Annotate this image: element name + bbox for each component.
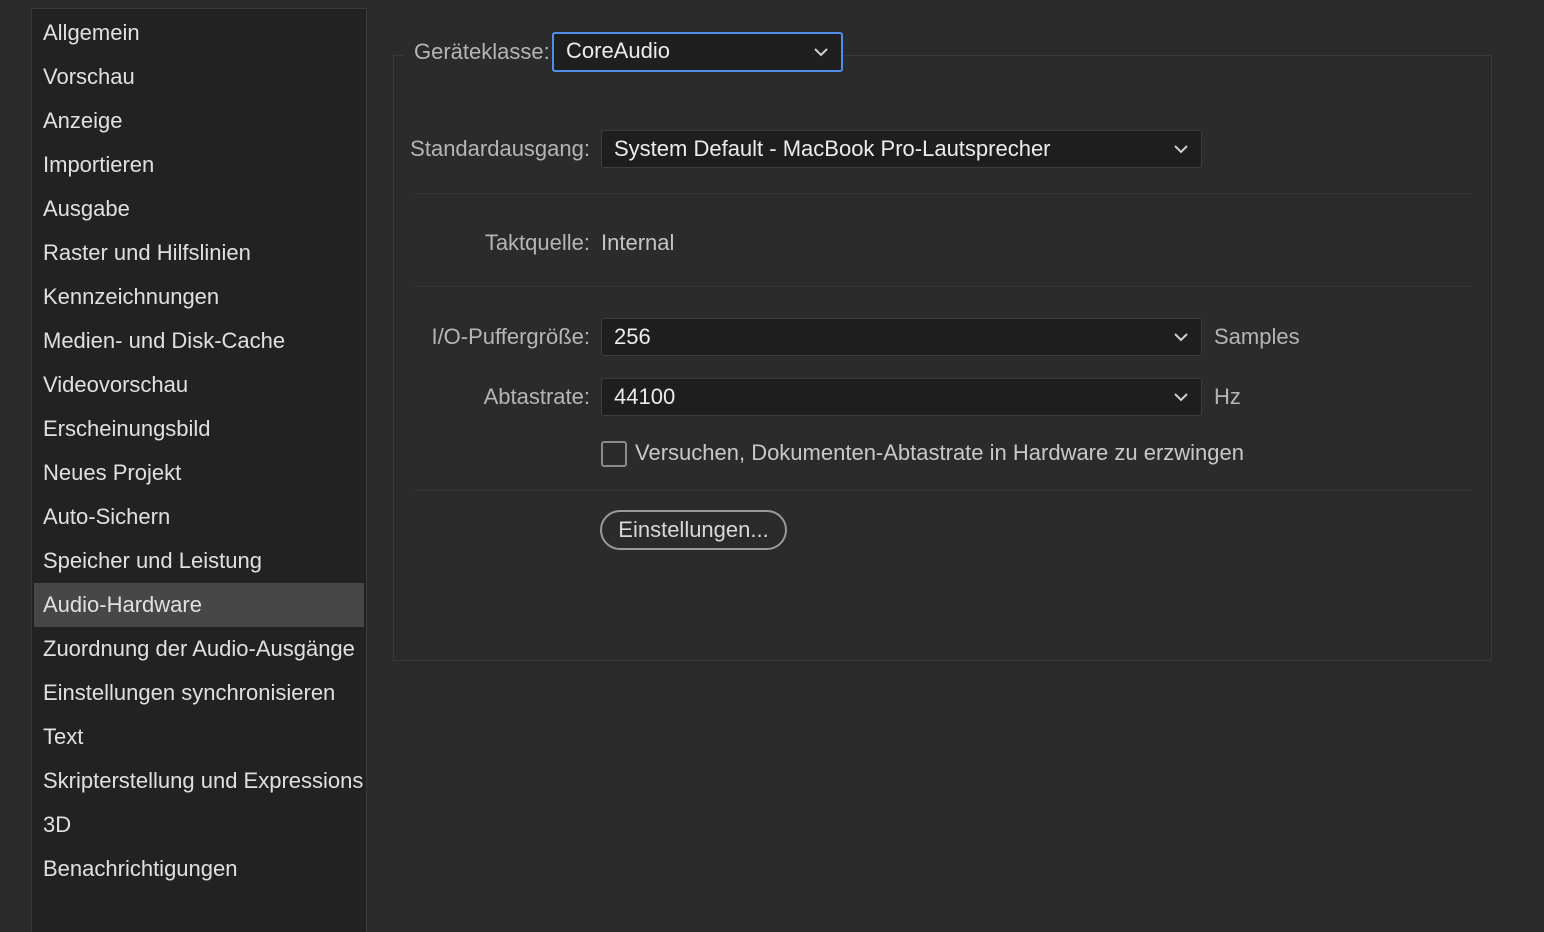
sample-rate-unit: Hz: [1214, 384, 1241, 409]
sidebar-item-auto-sichern[interactable]: Auto-Sichern: [34, 495, 364, 539]
sidebar-item-raster-und-hilfslinien[interactable]: Raster und Hilfslinien: [34, 231, 364, 275]
sidebar-item-3d[interactable]: 3D: [34, 803, 364, 847]
force-sample-rate-label[interactable]: Versuchen, Dokumenten-Abtastrate in Hard…: [635, 440, 1244, 466]
buffer-size-value: 256: [614, 324, 651, 349]
sidebar-item-medien-und-disk-cache[interactable]: Medien- und Disk-Cache: [34, 319, 364, 363]
preferences-sidebar: Allgemein Vorschau Anzeige Importieren A…: [31, 8, 367, 932]
chevron-down-icon: [1174, 145, 1188, 154]
device-class-value: CoreAudio: [566, 38, 670, 63]
buffer-size-unit: Samples: [1214, 324, 1300, 349]
device-class-label: Geräteklasse:: [414, 39, 550, 64]
sidebar-item-audio-hardware[interactable]: Audio-Hardware: [34, 583, 364, 627]
sidebar-list: Allgemein Vorschau Anzeige Importieren A…: [34, 11, 364, 891]
force-sample-rate-checkbox[interactable]: [601, 441, 627, 467]
section-divider: [414, 490, 1472, 491]
preferences-window: Allgemein Vorschau Anzeige Importieren A…: [0, 0, 1544, 932]
clock-source-value: Internal: [601, 230, 675, 255]
sidebar-item-anzeige[interactable]: Anzeige: [34, 99, 364, 143]
sample-rate-label: Abtastrate:: [483, 384, 590, 409]
default-output-select[interactable]: System Default - MacBook Pro-Lautspreche…: [601, 130, 1202, 168]
section-divider: [414, 286, 1472, 287]
device-class-select[interactable]: CoreAudio: [552, 32, 843, 72]
sidebar-item-text[interactable]: Text: [34, 715, 364, 759]
chevron-down-icon: [814, 48, 828, 57]
sidebar-item-vorschau[interactable]: Vorschau: [34, 55, 364, 99]
device-class-row: Geräteklasse:: [404, 32, 560, 72]
sidebar-item-neues-projekt[interactable]: Neues Projekt: [34, 451, 364, 495]
sidebar-item-benachrichtigungen[interactable]: Benachrichtigungen: [34, 847, 364, 891]
sidebar-item-skripterstellung[interactable]: Skripterstellung und Expressions: [34, 759, 364, 803]
chevron-down-icon: [1174, 393, 1188, 402]
default-output-value: System Default - MacBook Pro-Lautspreche…: [614, 136, 1051, 161]
sample-rate-value: 44100: [614, 384, 676, 409]
sidebar-item-speicher-und-leistung[interactable]: Speicher und Leistung: [34, 539, 364, 583]
chevron-down-icon: [1174, 333, 1188, 342]
sidebar-item-kennzeichnungen[interactable]: Kennzeichnungen: [34, 275, 364, 319]
buffer-size-label: I/O-Puffergröße:: [431, 324, 590, 349]
buffer-size-select[interactable]: 256: [601, 318, 1202, 356]
default-output-label: Standardausgang:: [410, 136, 590, 161]
sidebar-item-ausgabe[interactable]: Ausgabe: [34, 187, 364, 231]
sidebar-item-allgemein[interactable]: Allgemein: [34, 11, 364, 55]
sidebar-item-einstellungen-synchronisieren[interactable]: Einstellungen synchronisieren: [34, 671, 364, 715]
sidebar-item-videovorschau[interactable]: Videovorschau: [34, 363, 364, 407]
settings-button[interactable]: Einstellungen...: [600, 510, 787, 550]
sidebar-item-importieren[interactable]: Importieren: [34, 143, 364, 187]
sidebar-item-zuordnung-audio-ausgaenge[interactable]: Zuordnung der Audio-Ausgänge: [34, 627, 364, 671]
clock-source-label: Taktquelle:: [484, 230, 590, 255]
sample-rate-select[interactable]: 44100: [601, 378, 1202, 416]
sidebar-item-erscheinungsbild[interactable]: Erscheinungsbild: [34, 407, 364, 451]
section-divider: [414, 193, 1472, 194]
